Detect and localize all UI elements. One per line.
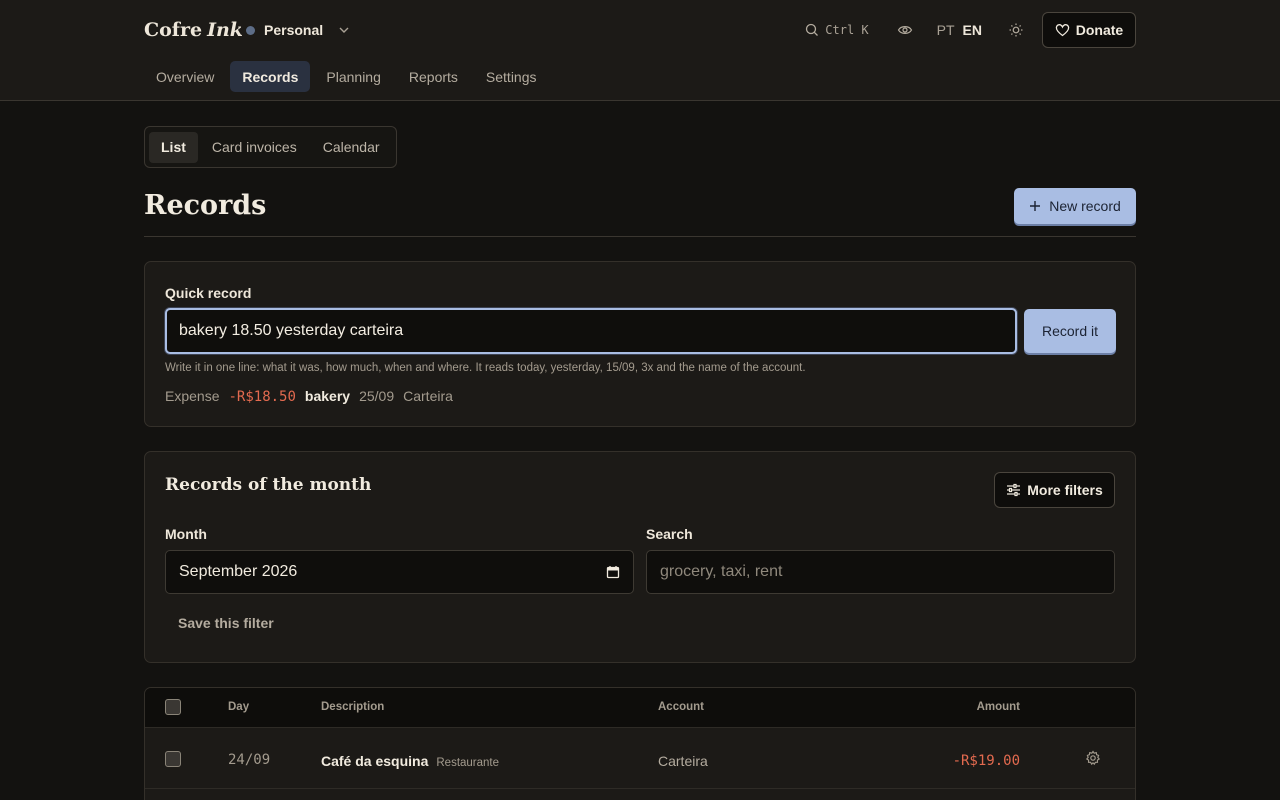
sliders-icon (1007, 483, 1021, 497)
title-divider (144, 236, 1136, 237)
preview-kind: Expense (165, 388, 220, 404)
quick-record-label: Quick record (165, 285, 252, 301)
plus-icon (1030, 201, 1041, 211)
nav-tab-overview[interactable]: Overview (144, 61, 226, 92)
brand-name: Cofre (144, 19, 203, 41)
header-actions: Ctrl K PT EN Donate (805, 12, 1136, 48)
month-label: Month (165, 526, 207, 542)
nav-tab-planning[interactable]: Planning (314, 61, 393, 92)
search-icon (806, 23, 819, 36)
chevron-down-icon (339, 27, 349, 33)
lang-en[interactable]: EN (963, 22, 982, 38)
save-filter-button[interactable]: Save this filter (178, 615, 274, 631)
records-month-title: Records of the month (165, 475, 372, 495)
records-table: Day Description Account Amount 24/09 Caf… (144, 687, 1136, 800)
profile-name: Personal (264, 22, 324, 38)
top-bar: Cofre Ink Personal Ctrl K PT EN Donate O… (0, 0, 1280, 101)
row-description: Café da esquina (321, 753, 429, 769)
row-day: 24/09 (228, 752, 271, 768)
select-all-checkbox[interactable] (165, 699, 181, 715)
theme-toggle-button[interactable] (1008, 22, 1024, 38)
subtab-card-invoices[interactable]: Card invoices (200, 132, 309, 163)
more-filters-label: More filters (1027, 482, 1103, 498)
sun-icon (1009, 23, 1023, 37)
heart-icon (1055, 24, 1070, 37)
language-switcher: PT EN (937, 22, 982, 38)
row-checkbox[interactable] (165, 751, 181, 767)
column-header-day[interactable]: Day (228, 701, 249, 713)
profile-switcher[interactable]: Personal (246, 20, 350, 40)
nav-tab-settings[interactable]: Settings (474, 61, 549, 92)
row-description-cell: Café da esquina Restaurante (321, 753, 499, 769)
search-input[interactable]: grocery, taxi, rent (646, 550, 1115, 594)
privacy-toggle-button[interactable] (897, 22, 913, 38)
preview-description: bakery (304, 388, 351, 404)
quick-record-preview: Expense -R$18.50 bakery 25/09 Carteira (165, 388, 453, 405)
table-row[interactable]: 24/09 Café da esquina Restaurante Cartei… (145, 729, 1135, 789)
donate-label: Donate (1075, 22, 1124, 38)
brand-accent: Ink (207, 19, 243, 41)
search-shortcut: Ctrl K (825, 23, 869, 37)
column-header-account[interactable]: Account (658, 701, 704, 713)
search-label: Search (646, 526, 693, 542)
subtab-list[interactable]: List (149, 131, 198, 163)
row-account: Carteira (658, 753, 708, 769)
page-title: Records (144, 190, 267, 221)
month-picker[interactable]: September 2026 (165, 550, 634, 594)
preview-amount: -R$18.50 (228, 389, 296, 405)
records-filter-card: Records of the month More filters Month … (144, 451, 1136, 663)
lang-pt[interactable]: PT (937, 22, 955, 38)
gear-icon[interactable] (1085, 750, 1101, 766)
view-subtabs: List Card invoices Calendar (144, 126, 397, 168)
donate-button[interactable]: Donate (1042, 12, 1136, 48)
calendar-icon[interactable] (606, 565, 620, 579)
table-header: Day Description Account Amount (145, 688, 1135, 728)
main-nav: Overview Records Planning Reports Settin… (144, 61, 549, 92)
row-category: Restaurante (436, 757, 500, 769)
quick-record-help: Write it in one line: what it was, how m… (165, 362, 806, 374)
preview-account: Carteira (403, 388, 453, 404)
brand-logo[interactable]: Cofre Ink (144, 19, 243, 41)
record-it-button[interactable]: Record it (1024, 309, 1116, 353)
eye-icon (897, 26, 912, 34)
more-filters-button[interactable]: More filters (994, 472, 1115, 508)
column-header-description[interactable]: Description (321, 701, 384, 713)
new-record-label: New record (1049, 198, 1121, 214)
subtab-calendar[interactable]: Calendar (311, 132, 392, 163)
new-record-button[interactable]: New record (1014, 188, 1136, 224)
nav-tab-records[interactable]: Records (230, 61, 311, 92)
profile-dot (246, 25, 255, 35)
preview-date: 25/09 (359, 388, 395, 404)
quick-record-input[interactable] (165, 308, 1017, 354)
command-search-button[interactable]: Ctrl K (805, 23, 869, 37)
row-amount: -R$19.00 (952, 753, 1020, 769)
column-header-amount[interactable]: Amount (977, 701, 1020, 713)
nav-tab-reports[interactable]: Reports (397, 61, 470, 92)
month-value: September 2026 (179, 563, 298, 580)
quick-record-card: Quick record Record it Write it in one l… (144, 261, 1136, 427)
